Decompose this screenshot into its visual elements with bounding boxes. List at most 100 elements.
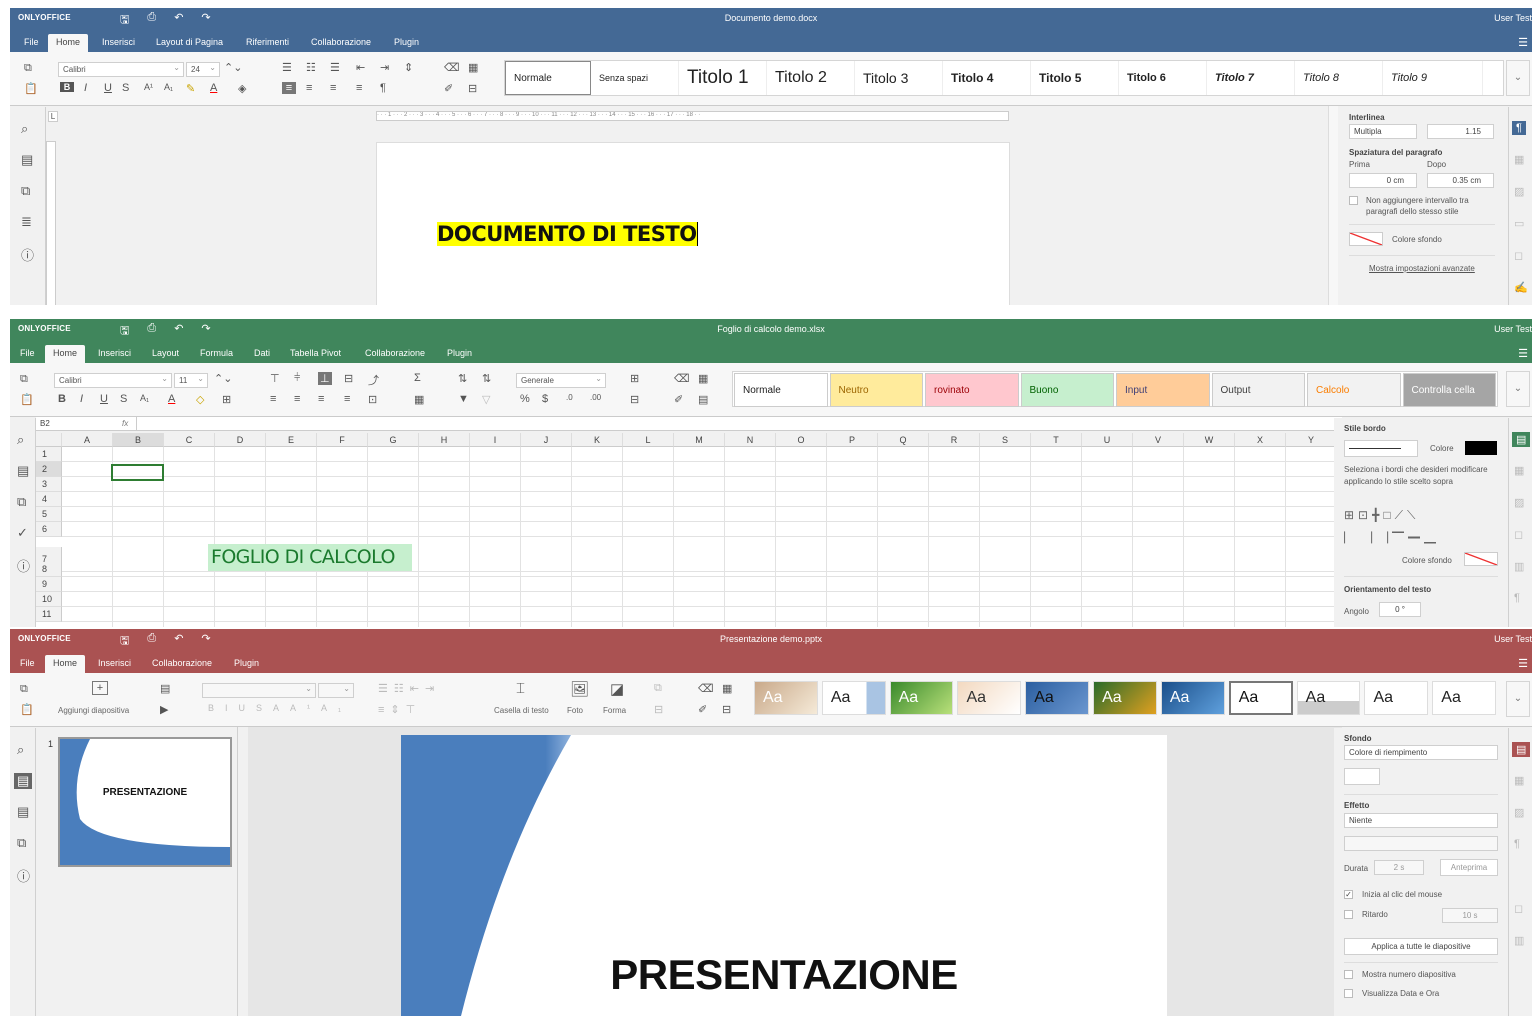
select-all-corner[interactable] bbox=[36, 433, 62, 447]
text-box-icon[interactable]: ⌶ bbox=[516, 680, 525, 697]
show-slide-number-checkbox[interactable] bbox=[1344, 970, 1353, 979]
table-template-icon[interactable]: ▤ bbox=[698, 393, 708, 406]
column-header[interactable]: G bbox=[368, 433, 419, 447]
italic-icon[interactable]: I bbox=[84, 82, 87, 94]
document-page[interactable]: DOCUMENTO DI TESTO bbox=[376, 142, 1010, 305]
percent-icon[interactable]: % bbox=[520, 393, 530, 405]
tab-file[interactable]: File bbox=[12, 345, 43, 363]
tab-collaboration[interactable]: Collaborazione bbox=[144, 655, 220, 673]
clear-filter-icon[interactable]: ▽ bbox=[482, 393, 490, 406]
orientation-icon[interactable]: ⤴ bbox=[368, 372, 379, 388]
row-header[interactable]: 10 bbox=[36, 592, 62, 607]
column-header[interactable]: K bbox=[572, 433, 623, 447]
copy-style-icon[interactable]: ✐ bbox=[444, 82, 453, 95]
column-header[interactable]: N bbox=[725, 433, 776, 447]
tab-collaboration[interactable]: Collaborazione bbox=[303, 34, 379, 52]
column-header[interactable]: X bbox=[1235, 433, 1286, 447]
insert-cells-icon[interactable]: ⊞ bbox=[630, 372, 639, 385]
border-color-swatch[interactable] bbox=[1465, 441, 1497, 455]
tab-file[interactable]: File bbox=[16, 34, 47, 52]
copy-icon[interactable]: ⧉ bbox=[20, 683, 28, 696]
row-header[interactable]: 9 bbox=[36, 577, 62, 592]
add-slide-icon[interactable]: + bbox=[92, 681, 108, 695]
paragraph-settings-icon[interactable]: ¶ bbox=[1514, 592, 1520, 604]
start-slideshow-icon[interactable]: ▶ bbox=[160, 703, 168, 716]
column-header[interactable]: S bbox=[980, 433, 1031, 447]
bold-icon[interactable]: B bbox=[58, 393, 66, 405]
style-heading-4[interactable]: Titolo 4 bbox=[943, 61, 1031, 95]
column-header[interactable]: T bbox=[1031, 433, 1082, 447]
font-name-combo[interactable]: Calibri bbox=[58, 62, 184, 77]
tab-data[interactable]: Dati bbox=[246, 345, 278, 363]
column-header[interactable]: F bbox=[317, 433, 368, 447]
align-center-icon[interactable]: ≡ bbox=[294, 393, 300, 405]
named-ranges-icon[interactable]: ▦ bbox=[414, 393, 424, 406]
delete-cells-icon[interactable]: ⊟ bbox=[630, 393, 639, 406]
menu-icon[interactable]: ☰ bbox=[1518, 347, 1528, 360]
increase-font-icon[interactable]: ⌃⌄ bbox=[224, 61, 242, 74]
subscript-icon[interactable]: A₁ bbox=[164, 82, 173, 92]
column-header[interactable]: W bbox=[1184, 433, 1235, 447]
number-format-combo[interactable]: Generale bbox=[516, 373, 606, 388]
align-top-icon[interactable]: ⊤ bbox=[270, 372, 280, 385]
cell-style-6[interactable]: Calcolo bbox=[1307, 373, 1401, 407]
theme-thumbnail-10[interactable]: Aa bbox=[1432, 681, 1497, 715]
cell-settings-icon[interactable]: ▤ bbox=[1512, 432, 1531, 447]
formula-input[interactable] bbox=[136, 417, 1342, 431]
merge-cells-icon[interactable]: ⊡ bbox=[368, 393, 377, 406]
tab-plugin[interactable]: Plugin bbox=[226, 655, 267, 673]
font-name-combo[interactable]: Calibri bbox=[54, 373, 172, 388]
effect-select[interactable]: Niente bbox=[1344, 813, 1498, 828]
column-header[interactable]: Q bbox=[878, 433, 929, 447]
cell-d7[interactable]: FOGLIO DI CALCOLO bbox=[208, 544, 412, 571]
chart-settings-icon[interactable]: ▥ bbox=[1514, 934, 1524, 947]
font-size-combo[interactable]: 11 bbox=[174, 373, 208, 388]
column-header[interactable]: I bbox=[470, 433, 521, 447]
cell-style-1[interactable]: Neutro bbox=[829, 373, 923, 407]
style-heading-5[interactable]: Titolo 5 bbox=[1031, 61, 1119, 95]
style-heading-1[interactable]: Titolo 1 bbox=[679, 61, 767, 95]
preview-button[interactable]: Anteprima bbox=[1440, 859, 1498, 876]
column-header[interactable]: J bbox=[521, 433, 572, 447]
decrease-indent-icon[interactable]: ⇤ bbox=[356, 61, 365, 74]
table-settings-icon[interactable]: ▦ bbox=[1514, 774, 1524, 787]
row-header[interactable]: 6 bbox=[36, 522, 62, 537]
spacing-after-input[interactable]: 0.35 cm bbox=[1427, 173, 1494, 188]
theme-thumbnail-3[interactable]: Aa bbox=[957, 681, 1022, 715]
tab-home[interactable]: Home bbox=[48, 34, 89, 52]
theme-thumbnail-2[interactable]: Aa bbox=[889, 681, 954, 715]
tab-formula[interactable]: Formula bbox=[192, 345, 241, 363]
align-left-icon[interactable]: ≡ bbox=[270, 393, 276, 405]
multilevel-icon[interactable]: ☰ bbox=[330, 61, 340, 74]
style-no-spacing[interactable]: Senza spazi bbox=[591, 61, 679, 95]
photo-button[interactable]: Foto bbox=[567, 706, 583, 715]
fx-icon[interactable]: fx bbox=[122, 419, 128, 428]
styles-expand-icon[interactable]: ⌄ bbox=[1506, 60, 1530, 96]
paste-icon[interactable]: 📋 bbox=[20, 393, 34, 406]
border-buttons-row-2[interactable]: ⎸⎹⎹▔━▁ bbox=[1344, 530, 1440, 545]
spreadsheet-grid[interactable]: FOGLIO DI CALCOLO ABCDEFGHIJKLMNOPQRSTUV… bbox=[36, 433, 1334, 627]
add-slide-button[interactable]: Aggiungi diapositiva bbox=[58, 706, 129, 715]
photo-icon[interactable]: 🖼 bbox=[570, 680, 589, 698]
slide-size-icon[interactable]: ⊟ bbox=[722, 703, 731, 716]
highlight-icon[interactable]: ✎ bbox=[186, 82, 195, 95]
cell-reference-box[interactable]: B2 bbox=[40, 419, 120, 428]
navigation-icon[interactable]: ≣ bbox=[21, 214, 32, 230]
tab-plugin[interactable]: Plugin bbox=[386, 34, 427, 52]
font-name-combo[interactable] bbox=[202, 683, 316, 698]
chat-icon[interactable]: ⧉ bbox=[17, 835, 26, 851]
tab-insert[interactable]: Inserisci bbox=[90, 345, 139, 363]
column-header[interactable]: D bbox=[215, 433, 266, 447]
delay-checkbox[interactable] bbox=[1344, 910, 1353, 919]
align-bottom-icon[interactable]: ⊥ bbox=[318, 372, 332, 385]
shading-icon[interactable]: ◈ bbox=[238, 82, 246, 95]
header-footer-icon[interactable]: ▭ bbox=[1514, 217, 1524, 230]
shape-settings-icon[interactable]: ◻ bbox=[1514, 528, 1523, 541]
theme-thumbnail-6[interactable]: Aa bbox=[1160, 681, 1225, 715]
slides-icon[interactable]: ▤ bbox=[14, 773, 33, 789]
slide-thumbnail-1[interactable]: PRESENTAZIONE bbox=[58, 737, 232, 867]
shape-button[interactable]: Forma bbox=[603, 706, 626, 715]
no-interval-checkbox[interactable] bbox=[1349, 196, 1358, 205]
align-right-icon[interactable]: ≡ bbox=[330, 82, 336, 94]
color-scheme-icon[interactable]: ▦ bbox=[698, 372, 708, 385]
